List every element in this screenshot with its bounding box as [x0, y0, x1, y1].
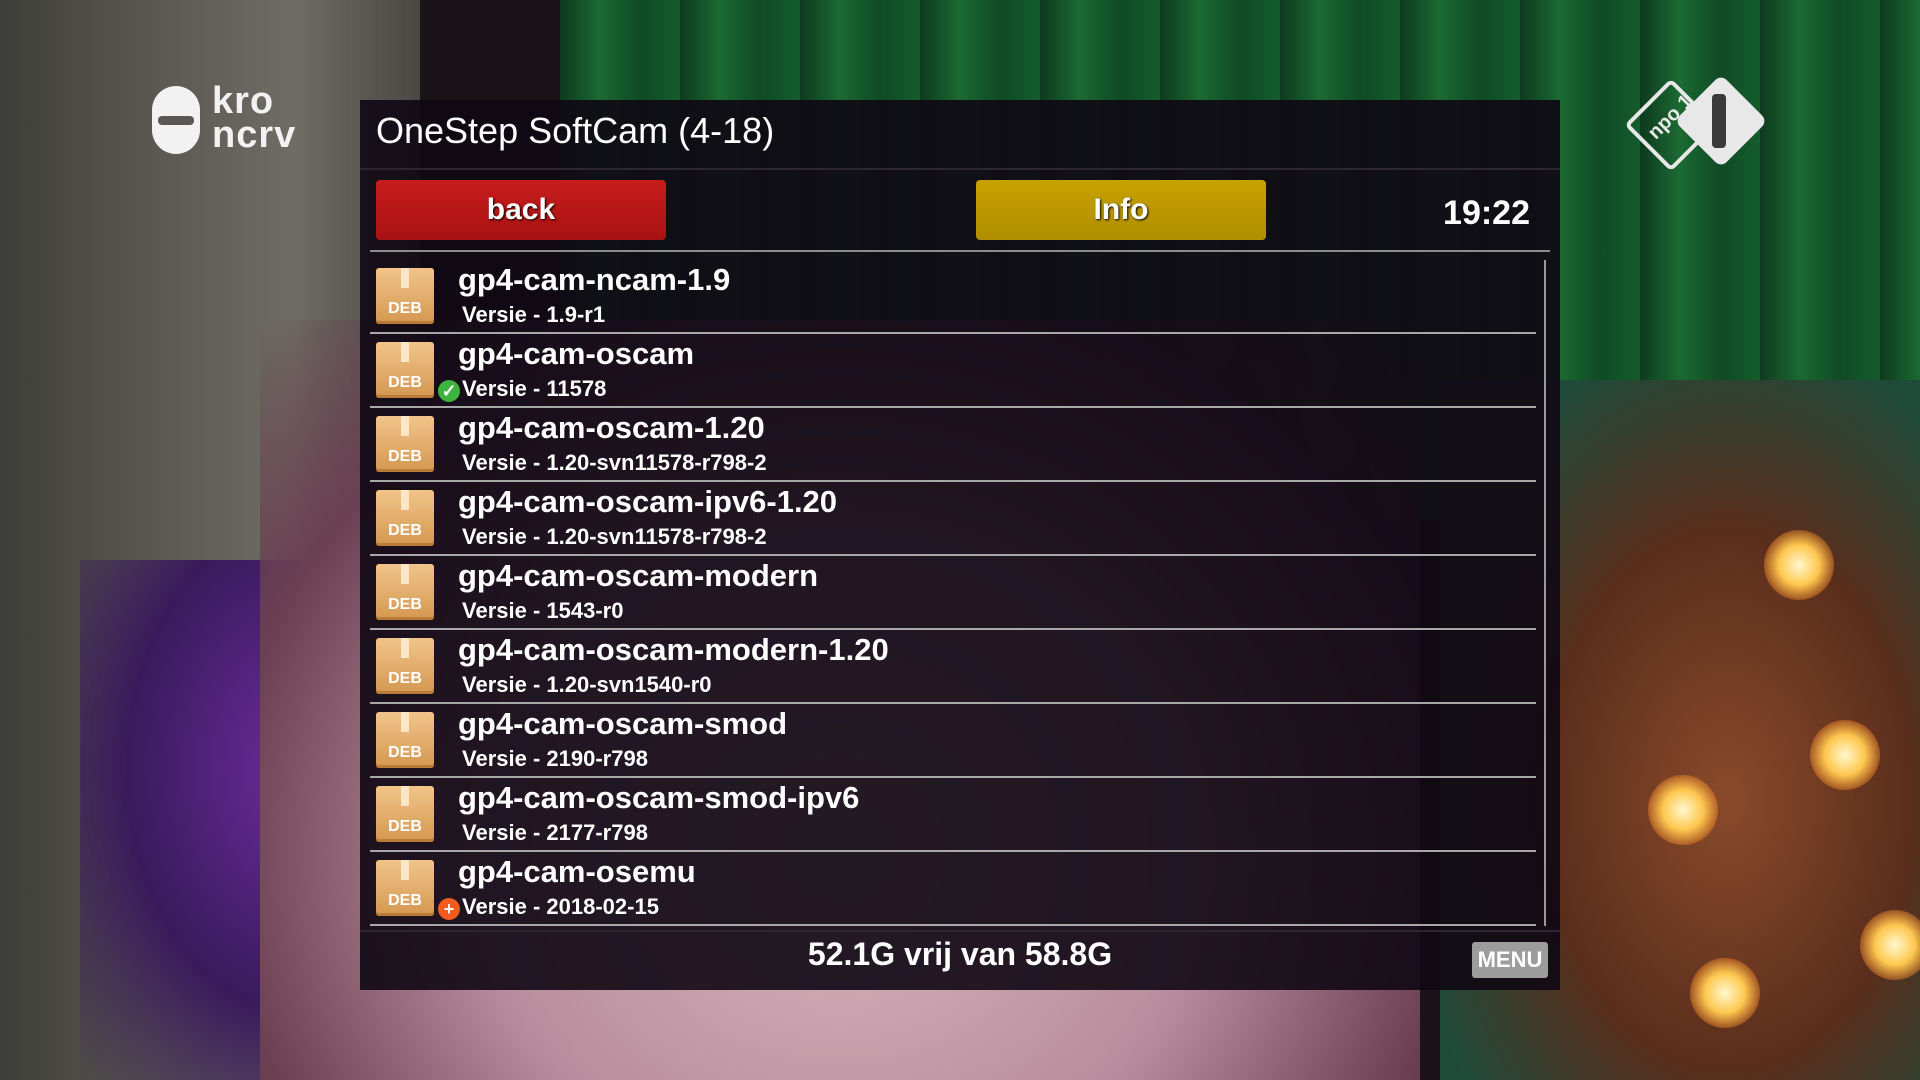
- list-item[interactable]: DEB gp4-cam-oscam-smod Versie - 2190-r798: [370, 704, 1536, 778]
- package-name: gp4-cam-oscam-modern-1.20: [458, 632, 889, 667]
- title-divider: [360, 168, 1560, 170]
- kro-ncrv-logo-text: kro ncrv: [212, 80, 297, 156]
- package-version: Versie - 2190-r798: [462, 746, 648, 771]
- deb-package-icon: DEB: [376, 490, 434, 546]
- package-type-label: DEB: [388, 670, 422, 687]
- package-list: DEB gp4-cam-ncam-1.9 Versie - 1.9-r1 DEB ✓ gp…: [370, 260, 1536, 926]
- package-name: gp4-cam-osemu: [458, 854, 696, 889]
- clock: 19:22: [1443, 194, 1530, 232]
- package-version: Versie - 1.20-svn11578-r798-2: [462, 524, 767, 549]
- light-bulb: [1764, 530, 1834, 600]
- package-tape: [401, 342, 409, 362]
- kro-ncrv-logo: kro ncrv: [152, 80, 322, 164]
- package-version: Versie - 1543-r0: [462, 598, 624, 623]
- package-version: Versie - 11578: [462, 376, 607, 401]
- npo1-logo: npo 1: [1624, 74, 1768, 172]
- menu-button[interactable]: MENU: [1472, 942, 1548, 978]
- package-tape: [401, 564, 409, 584]
- package-tape: [401, 860, 409, 880]
- package-version: Versie - 1.20-svn11578-r798-2: [462, 450, 767, 475]
- package-name: gp4-cam-oscam-ipv6-1.20: [458, 484, 838, 519]
- package-type-label: DEB: [388, 300, 422, 317]
- npo-one-mark: [1712, 94, 1726, 148]
- package-type-label: DEB: [388, 596, 422, 613]
- package-type-label: DEB: [388, 892, 422, 909]
- list-item[interactable]: DEB gp4-cam-oscam-smod-ipv6 Versie - 2177-…: [370, 778, 1536, 852]
- header-divider: [370, 250, 1550, 252]
- panel-title: OneStep SoftCam (4-18): [376, 110, 775, 151]
- scrollbar[interactable]: [1544, 260, 1546, 926]
- installed-check-icon: ✓: [438, 380, 460, 402]
- kro-ncrv-logo-mark: [152, 86, 200, 154]
- package-name: gp4-cam-ncam-1.9: [458, 262, 731, 297]
- deb-package-icon: DEB: [376, 342, 434, 398]
- package-tape: [401, 712, 409, 732]
- package-name: gp4-cam-oscam-1.20: [458, 410, 765, 445]
- package-type-label: DEB: [388, 374, 422, 391]
- add-icon: +: [438, 898, 460, 920]
- package-name: gp4-cam-oscam-smod: [458, 706, 788, 741]
- package-tape: [401, 638, 409, 658]
- deb-package-icon: DEB: [376, 860, 434, 916]
- back-button[interactable]: back: [376, 180, 666, 240]
- deb-package-icon: DEB: [376, 638, 434, 694]
- deb-package-icon: DEB: [376, 786, 434, 842]
- package-type-label: DEB: [388, 522, 422, 539]
- list-item[interactable]: DEB gp4-cam-oscam-ipv6-1.20 Versie - 1.20-…: [370, 482, 1536, 556]
- package-tape: [401, 416, 409, 436]
- package-type-label: DEB: [388, 744, 422, 761]
- list-item[interactable]: DEB gp4-cam-oscam-1.20 Versie - 1.20-svn11…: [370, 408, 1536, 482]
- package-version: Versie - 1.20-svn1540-r0: [462, 672, 712, 697]
- package-version: Versie - 2177-r798: [462, 820, 648, 845]
- storage-info: 52.1G vrij van 58.8G: [807, 936, 1113, 972]
- deb-package-icon: DEB: [376, 268, 434, 324]
- deb-package-icon: DEB: [376, 416, 434, 472]
- list-item[interactable]: DEB gp4-cam-oscam-modern-1.20 Versie - 1.2…: [370, 630, 1536, 704]
- softcam-panel: OneStep SoftCam (4-18) back Info 19:22 D…: [360, 100, 1560, 990]
- list-item[interactable]: DEB ✓ gp4-cam-oscam Versie - 11578: [370, 334, 1536, 408]
- footer-divider: [360, 930, 1560, 932]
- package-tape: [401, 268, 409, 288]
- package-name: gp4-cam-oscam-modern: [458, 558, 819, 593]
- package-type-label: DEB: [388, 818, 422, 835]
- light-bulb: [1648, 775, 1718, 845]
- deb-package-icon: DEB: [376, 712, 434, 768]
- info-button[interactable]: Info: [976, 180, 1266, 240]
- package-name: gp4-cam-oscam-smod-ipv6: [458, 780, 860, 815]
- deb-package-icon: DEB: [376, 564, 434, 620]
- package-name: gp4-cam-oscam: [458, 336, 695, 371]
- package-version: Versie - 1.9-r1: [462, 302, 606, 327]
- light-bulb: [1690, 958, 1760, 1028]
- list-item[interactable]: DEB gp4-cam-oscam-modern Versie - 1543-r0: [370, 556, 1536, 630]
- list-item[interactable]: DEB + gp4-cam-osemu Versie - 2018-02-15: [370, 852, 1536, 926]
- package-tape: [401, 490, 409, 510]
- light-bulb: [1810, 720, 1880, 790]
- list-item[interactable]: DEB gp4-cam-ncam-1.9 Versie - 1.9-r1: [370, 260, 1536, 334]
- package-tape: [401, 786, 409, 806]
- package-type-label: DEB: [388, 448, 422, 465]
- package-version: Versie - 2018-02-15: [462, 894, 659, 919]
